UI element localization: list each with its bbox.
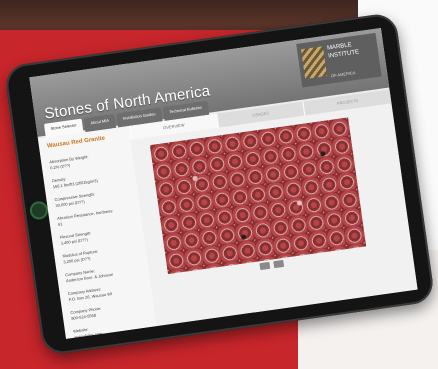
tablet-screen: Stones of North America MARBLE INSTITUTE… bbox=[29, 28, 418, 339]
stone-name: Wausau Red Granite bbox=[46, 135, 106, 150]
next-icon[interactable] bbox=[273, 259, 285, 269]
logo-sub: OF AMERICA bbox=[330, 70, 356, 79]
logo-mark-icon bbox=[301, 46, 328, 80]
logo: MARBLE INSTITUTE OF AMERICA bbox=[296, 32, 382, 88]
granite-swatch-image bbox=[149, 117, 367, 275]
prev-icon[interactable] bbox=[259, 261, 271, 271]
logo-name: MARBLE INSTITUTE bbox=[326, 42, 360, 60]
detail-label: Abrasion Resistance, hardness: bbox=[56, 208, 114, 221]
image-pager bbox=[259, 259, 285, 271]
stone-viewer-panel: OVERVIEW USAGES PROJECTS bbox=[129, 89, 418, 327]
detail-value: 61 bbox=[57, 221, 63, 227]
tablet-device: Stones of North America MARBLE INSTITUTE… bbox=[3, 11, 436, 357]
